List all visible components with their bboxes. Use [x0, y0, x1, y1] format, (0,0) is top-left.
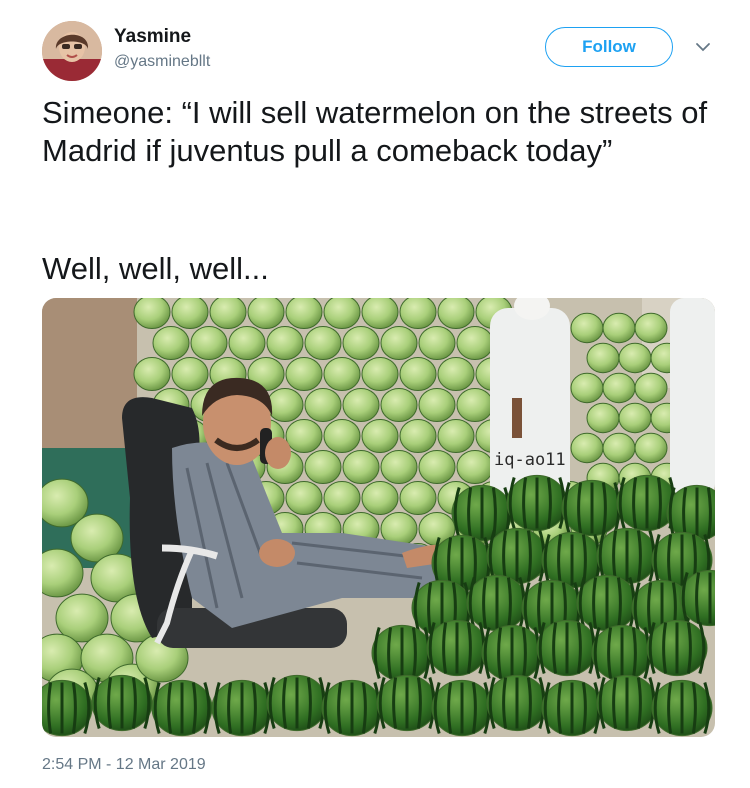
watermelon — [285, 298, 323, 330]
watermelon — [380, 449, 418, 485]
tweet-timestamp[interactable]: 2:54 PM - 12 Mar 2019 — [42, 756, 206, 774]
watermelon — [380, 387, 418, 423]
watermelon — [171, 298, 209, 330]
watermelon — [418, 449, 456, 485]
avatar-image — [42, 21, 102, 81]
watermelon — [437, 298, 475, 330]
avatar[interactable] — [42, 21, 102, 81]
watermelon — [304, 387, 342, 423]
watermelon — [399, 480, 437, 516]
watermelon — [634, 372, 668, 404]
watermelon — [570, 372, 604, 404]
watermelon — [323, 480, 361, 516]
follow-button[interactable]: Follow — [545, 27, 673, 67]
watermelon — [361, 356, 399, 392]
watermelon — [602, 312, 636, 344]
background-person — [670, 298, 715, 498]
watermelon — [361, 480, 399, 516]
watermelon — [133, 356, 171, 392]
watermelon — [171, 356, 209, 392]
watermelon — [570, 312, 604, 344]
watermelon-photo: iq-ao11 — [42, 298, 715, 737]
watermelon — [399, 356, 437, 392]
watermelon — [247, 298, 285, 330]
watermelon — [399, 298, 437, 330]
watermelon — [634, 432, 668, 464]
watermelon — [456, 387, 494, 423]
watermelon — [228, 325, 266, 361]
watermelon — [399, 418, 437, 454]
watermelon — [266, 387, 304, 423]
watermelon — [586, 342, 620, 374]
watermelon — [152, 325, 190, 361]
user-name[interactable]: Yasmine — [114, 26, 191, 48]
watermelon — [342, 387, 380, 423]
watermelon — [323, 418, 361, 454]
image-watermark: iq-ao11 — [494, 450, 566, 470]
watermelon — [304, 449, 342, 485]
watermelon — [323, 298, 361, 330]
watermelon — [380, 325, 418, 361]
watermelon — [456, 449, 494, 485]
watermelon — [266, 325, 304, 361]
watermelon — [418, 387, 456, 423]
watermelon — [285, 480, 323, 516]
watermelon — [323, 356, 361, 392]
watermelon — [634, 312, 668, 344]
chevron-down-icon[interactable] — [694, 38, 712, 56]
watermelon — [618, 402, 652, 434]
watermelon — [342, 325, 380, 361]
watermelon — [418, 325, 456, 361]
watermelon — [133, 298, 171, 330]
watermelon — [618, 342, 652, 374]
watermelon — [285, 418, 323, 454]
watermelon — [437, 356, 475, 392]
watermelon — [456, 325, 494, 361]
watermelon — [602, 432, 636, 464]
watermelon — [361, 298, 399, 330]
watermelon — [361, 418, 399, 454]
watermelon — [602, 372, 636, 404]
watermelon — [209, 298, 247, 330]
watermelon — [570, 432, 604, 464]
watermelon — [285, 356, 323, 392]
user-handle[interactable]: @yasminebllt — [114, 53, 210, 71]
watermelon — [342, 449, 380, 485]
tweet-text-line: Well, well, well... — [42, 251, 269, 286]
watermelon — [437, 418, 475, 454]
tweet-media[interactable]: iq-ao11 — [42, 298, 715, 737]
watermelon — [586, 402, 620, 434]
watermelon — [304, 325, 342, 361]
tweet-text: Simeone: “I will sell watermelon on the … — [42, 95, 708, 168]
watermelon — [190, 325, 228, 361]
